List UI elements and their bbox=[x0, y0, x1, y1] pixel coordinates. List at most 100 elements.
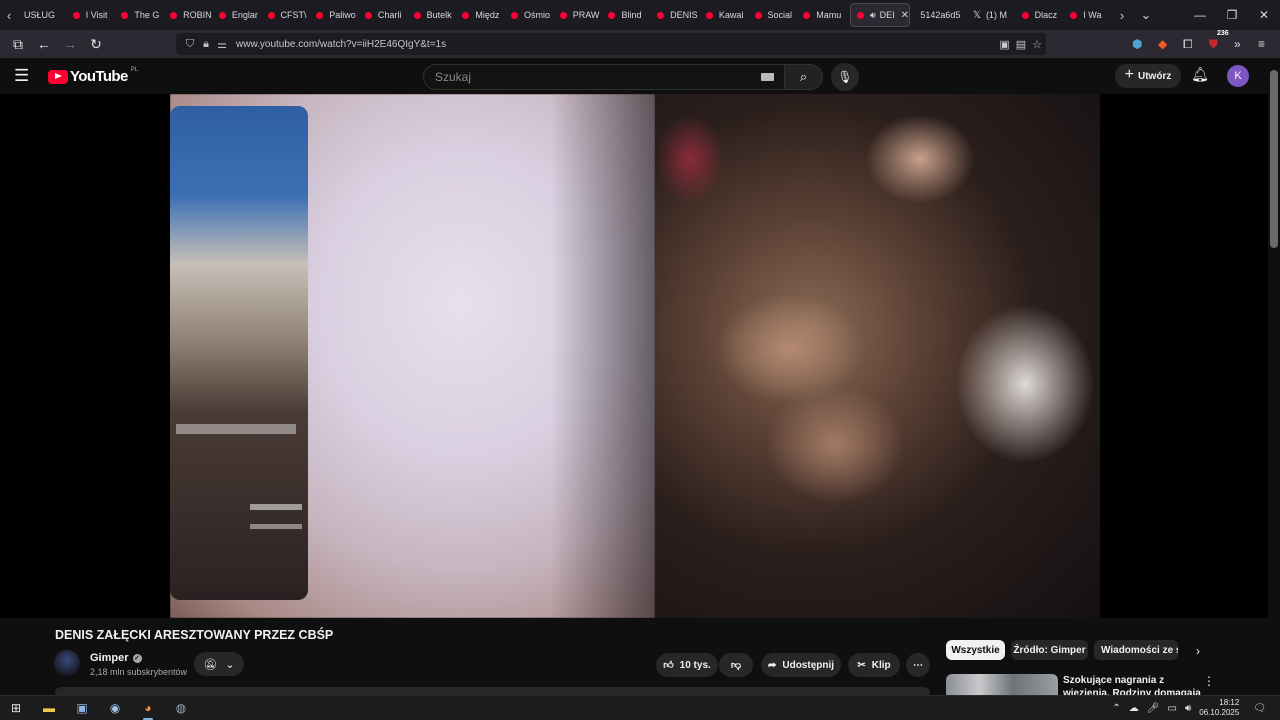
browser-tab[interactable]: 𝕏 (1) M bbox=[967, 0, 1016, 30]
create-button[interactable]: + Utwórz bbox=[1115, 64, 1181, 88]
browser-tab[interactable]: Paliwo bbox=[310, 0, 359, 30]
browser-tab[interactable]: USŁUG bbox=[18, 0, 67, 30]
clock[interactable]: 18:12 06.10.2025 bbox=[1199, 698, 1239, 718]
keyboard-icon[interactable] bbox=[761, 73, 774, 81]
recommendation-thumbnail[interactable] bbox=[946, 674, 1058, 696]
account-avatar[interactable]: K bbox=[1227, 65, 1249, 87]
browser-tab[interactable]: CFST\ bbox=[262, 0, 311, 30]
chip-world-news[interactable]: Wiadomości ze św bbox=[1094, 640, 1178, 660]
minimize-window-button[interactable]: — bbox=[1184, 0, 1216, 30]
description-box[interactable] bbox=[55, 687, 930, 695]
address-bar[interactable]: ⛉ 🔒︎ ⚌ www.youtube.com/watch?v=iiH2E46QI… bbox=[176, 33, 1046, 55]
vpn-extension-icon[interactable]: ⬢ bbox=[1132, 34, 1142, 54]
picture-in-picture-icon[interactable]: ▣ bbox=[999, 38, 1009, 51]
sidebar-toggle-icon[interactable]: ⧉ bbox=[6, 32, 30, 56]
tracking-protection-icon[interactable]: ⛉ bbox=[182, 38, 198, 51]
firefox-icon[interactable]: ◕ bbox=[139, 699, 157, 720]
browser-tab[interactable]: I Visit bbox=[67, 0, 116, 30]
browser-tab[interactable]: Ośmio bbox=[505, 0, 554, 30]
permissions-icon[interactable]: ⚌ bbox=[214, 38, 230, 51]
restore-window-button[interactable]: ❐ bbox=[1216, 0, 1248, 30]
browser-tab[interactable]: Dlacz bbox=[1016, 0, 1065, 30]
youtube-logo[interactable]: YouTube PL bbox=[48, 67, 138, 85]
tab-scroll-right-icon[interactable]: › bbox=[1113, 0, 1131, 30]
browser-tab[interactable]: Międz bbox=[456, 0, 505, 30]
fox-extension-icon[interactable]: ◆ bbox=[1158, 34, 1167, 54]
onedrive-cloud-icon[interactable]: ☁ bbox=[1129, 703, 1139, 714]
tab-label: Butelk bbox=[426, 10, 452, 20]
browser-tab[interactable]: ROBIN bbox=[164, 0, 213, 30]
volume-icon[interactable]: 🔊︎ bbox=[1185, 703, 1191, 714]
like-button[interactable]: 👍︎ 10 tys. bbox=[656, 653, 718, 677]
search-button[interactable]: ⌕ bbox=[785, 64, 823, 90]
network-icon[interactable]: ▭ bbox=[1167, 703, 1176, 714]
browser-tab[interactable]: Butelk bbox=[408, 0, 457, 30]
share-button[interactable]: ➦ Udostępnij bbox=[761, 653, 841, 677]
tab-scroll-left-icon[interactable]: ‹ bbox=[0, 0, 18, 30]
notifications-bell-icon[interactable]: 🔔︎ bbox=[1190, 66, 1210, 86]
steam-icon[interactable]: ◉ bbox=[106, 699, 124, 717]
channel-avatar[interactable] bbox=[54, 650, 80, 676]
browser-tab[interactable]: DENIS bbox=[651, 0, 700, 30]
lock-icon[interactable]: 🔒︎ bbox=[198, 38, 214, 51]
browser-tab[interactable]: PRAW bbox=[554, 0, 603, 30]
subscriber-count: 2,18 mln subskrybentów bbox=[90, 667, 188, 677]
app-misc-icon[interactable]: ◍ bbox=[172, 699, 190, 717]
youtube-favicon-icon bbox=[267, 11, 275, 19]
recommendation-title[interactable]: Szokujące nagrania z więzienia. Rodziny … bbox=[1063, 674, 1201, 696]
channel-name-text[interactable]: Gimper bbox=[90, 652, 129, 664]
reader-view-icon[interactable]: ▤ bbox=[1016, 38, 1026, 51]
reload-button[interactable]: ↻ bbox=[84, 32, 108, 56]
microphone-tray-icon[interactable]: 🎤︎ bbox=[1147, 703, 1160, 714]
tray-expand-icon[interactable]: ⌃ bbox=[1112, 703, 1120, 714]
browser-tab[interactable]: I Wa bbox=[1064, 0, 1113, 30]
tab-list-dropdown-icon[interactable]: ⌄ bbox=[1137, 0, 1155, 30]
bookmark-star-icon[interactable]: ☆ bbox=[1032, 38, 1042, 51]
browser-tab[interactable]: Mamu bbox=[797, 0, 846, 30]
clip-button[interactable]: ✂ Klip bbox=[848, 653, 900, 677]
subscribed-notifications-button[interactable]: 🔕︎ ⌄ bbox=[194, 652, 244, 676]
youtube-favicon-icon bbox=[511, 11, 519, 19]
browser-tab-active[interactable]: 🔊︎ DEI ✕ bbox=[849, 3, 911, 27]
ublock-extension-icon[interactable]: ⛊ 236 bbox=[1209, 30, 1229, 54]
browser-tab[interactable]: Social bbox=[749, 0, 798, 30]
url-text[interactable]: www.youtube.com/watch?v=iiH2E46QIgY&t=1s bbox=[236, 39, 446, 50]
guide-menu-icon[interactable]: ☰ bbox=[14, 66, 34, 86]
file-explorer-icon[interactable]: ▬ bbox=[40, 699, 58, 717]
dislike-button[interactable]: 👎︎ bbox=[719, 653, 753, 677]
more-actions-button[interactable]: ⋯ bbox=[906, 653, 930, 677]
extensions-icon[interactable]: ⧠ bbox=[1183, 34, 1193, 54]
chevron-right-icon[interactable]: › bbox=[1188, 641, 1208, 661]
close-window-button[interactable]: ✕ bbox=[1248, 0, 1280, 30]
chip-source-gimper[interactable]: Źródło: Gimper bbox=[1011, 640, 1088, 660]
browser-tab[interactable]: Blind bbox=[602, 0, 651, 30]
chip-all[interactable]: Wszystkie bbox=[946, 640, 1005, 660]
voice-search-button[interactable]: 🎙︎ bbox=[831, 63, 859, 91]
overflow-menu-icon[interactable]: » bbox=[1234, 34, 1241, 54]
forward-button[interactable]: → bbox=[58, 32, 82, 56]
recommendation-more-icon[interactable]: ⋮ bbox=[1203, 674, 1215, 688]
page-scrollbar[interactable] bbox=[1268, 58, 1280, 695]
app-monitor-icon[interactable]: ▣ bbox=[73, 699, 91, 717]
youtube-favicon-icon bbox=[856, 11, 864, 19]
tab-close-icon[interactable]: ✕ bbox=[901, 10, 909, 21]
tab-audio-icon[interactable]: 🔊︎ bbox=[870, 10, 876, 21]
youtube-favicon-icon bbox=[754, 11, 762, 19]
start-windows-icon[interactable]: ⊞ bbox=[7, 699, 25, 717]
scrollbar-thumb[interactable] bbox=[1270, 70, 1278, 248]
phone-caption-bar bbox=[176, 424, 296, 434]
tab-label: The G bbox=[134, 10, 160, 20]
video-player[interactable] bbox=[170, 94, 1100, 618]
browser-tab[interactable]: The G bbox=[115, 0, 164, 30]
channel-name[interactable]: Gimper ✓ bbox=[90, 652, 142, 664]
ublock-badge: 236 bbox=[1217, 30, 1229, 37]
tab-label: Englar bbox=[231, 10, 258, 20]
browser-tab[interactable]: Englar bbox=[213, 0, 262, 30]
browser-tab[interactable]: 5142a6d5 bbox=[914, 0, 967, 30]
browser-tab[interactable]: Charli bbox=[359, 0, 408, 30]
browser-tab[interactable]: Kawal bbox=[700, 0, 749, 30]
app-menu-icon[interactable]: ≡ bbox=[1258, 34, 1265, 54]
notifications-tray-icon[interactable]: 🗨︎ bbox=[1253, 703, 1266, 714]
back-button[interactable]: ← bbox=[32, 32, 56, 56]
search-input[interactable]: Szukaj bbox=[423, 64, 785, 90]
